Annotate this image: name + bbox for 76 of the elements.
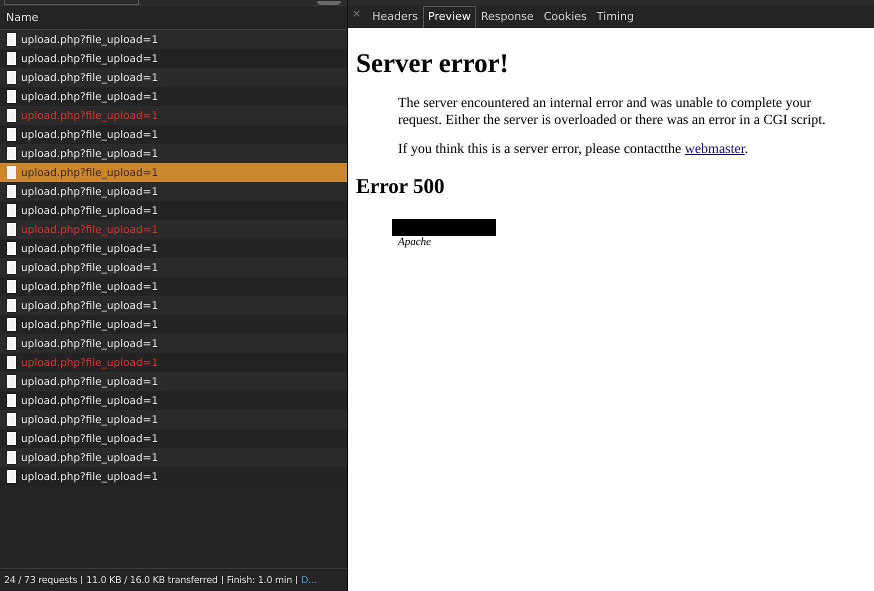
webmaster-link[interactable]: webmaster <box>684 142 745 157</box>
document-icon <box>7 432 16 445</box>
request-name: upload.php?file_upload=1 <box>21 356 158 368</box>
request-name: upload.php?file_upload=1 <box>21 280 158 292</box>
document-icon <box>7 223 16 236</box>
request-name: upload.php?file_upload=1 <box>21 128 158 140</box>
document-icon <box>7 318 16 331</box>
request-name: upload.php?file_upload=1 <box>21 52 158 64</box>
detail-tab[interactable]: Cookies <box>538 6 592 28</box>
request-name: upload.php?file_upload=1 <box>21 204 158 216</box>
request-name: upload.php?file_upload=1 <box>21 242 158 254</box>
request-row[interactable]: upload.php?file_upload=1 <box>0 258 347 277</box>
request-row[interactable]: upload.php?file_upload=1 <box>0 334 347 353</box>
request-name: upload.php?file_upload=1 <box>21 470 158 482</box>
request-name: upload.php?file_upload=1 <box>21 72 158 84</box>
detail-tab[interactable]: Headers <box>367 6 424 28</box>
document-icon <box>7 413 16 426</box>
document-icon <box>7 71 16 84</box>
request-count: 24 / 73 requests <box>4 574 78 586</box>
request-row[interactable]: upload.php?file_upload=1 <box>0 448 347 467</box>
detail-tab[interactable]: Preview <box>423 6 476 28</box>
request-row[interactable]: upload.php?file_upload=1 <box>0 68 347 87</box>
document-icon <box>7 109 16 122</box>
request-name: upload.php?file_upload=1 <box>21 34 158 46</box>
column-header[interactable]: Name <box>0 5 347 30</box>
request-name: upload.php?file_upload=1 <box>21 300 158 312</box>
request-row[interactable]: upload.php?file_upload=1 <box>0 182 347 201</box>
detail-tab[interactable]: Response <box>476 6 539 28</box>
request-row[interactable]: upload.php?file_upload=1 <box>0 163 347 182</box>
server-signature: Apache <box>398 236 432 248</box>
request-name: upload.php?file_upload=1 <box>21 224 158 236</box>
request-name: upload.php?file_upload=1 <box>21 376 158 388</box>
document-icon <box>7 375 16 388</box>
document-icon <box>7 166 16 179</box>
document-icon <box>7 242 16 255</box>
document-icon <box>7 394 16 407</box>
request-row[interactable]: upload.php?file_upload=1 <box>0 144 347 163</box>
request-name: upload.php?file_upload=1 <box>21 90 158 102</box>
request-row[interactable]: upload.php?file_upload=1 <box>0 410 347 429</box>
request-row[interactable]: upload.php?file_upload=1 <box>0 296 347 315</box>
request-name: upload.php?file_upload=1 <box>21 414 158 426</box>
document-icon <box>7 147 16 160</box>
document-icon <box>7 280 16 293</box>
request-name: upload.php?file_upload=1 <box>21 338 158 350</box>
document-icon <box>7 128 16 141</box>
document-icon <box>7 299 16 312</box>
request-name: upload.php?file_upload=1 <box>21 452 158 464</box>
document-icon <box>7 451 16 464</box>
document-icon <box>7 185 16 198</box>
contact-sentence: If you think this is a server error, please contactthe webmaster. <box>398 141 750 158</box>
document-icon <box>7 52 16 65</box>
request-name: upload.php?file_upload=1 <box>21 262 158 274</box>
document-icon <box>7 356 16 369</box>
document-icon <box>7 337 16 350</box>
document-icon <box>7 261 16 274</box>
request-name: upload.php?file_upload=1 <box>21 110 158 122</box>
document-icon <box>7 470 16 483</box>
request-row[interactable]: upload.php?file_upload=1 <box>0 372 347 391</box>
transfer-size: 11.0 KB / 16.0 KB transferred <box>86 574 218 586</box>
more-link[interactable]: D... <box>301 574 316 586</box>
toolbar-button[interactable] <box>317 1 341 5</box>
request-name: upload.php?file_upload=1 <box>21 148 158 160</box>
request-name: upload.php?file_upload=1 <box>21 166 158 178</box>
request-name: upload.php?file_upload=1 <box>21 186 158 198</box>
error-title: Server error! <box>356 48 510 79</box>
document-icon <box>7 204 16 217</box>
error-code: Error 500 <box>356 174 446 199</box>
request-row[interactable]: upload.php?file_upload=1 <box>0 30 347 49</box>
detail-tab[interactable]: Timing <box>592 6 639 28</box>
document-icon <box>7 33 16 46</box>
finish-time: Finish: 1.0 min <box>226 574 292 586</box>
error-message: The server encountered an internal error and was unable to complete your request. Either the server is overloaded or there was an error in a CGI script. <box>398 95 827 129</box>
request-name: upload.php?file_upload=1 <box>21 394 158 406</box>
request-name: upload.php?file_upload=1 <box>21 432 158 444</box>
request-name: upload.php?file_upload=1 <box>21 318 158 330</box>
document-icon <box>7 90 16 103</box>
